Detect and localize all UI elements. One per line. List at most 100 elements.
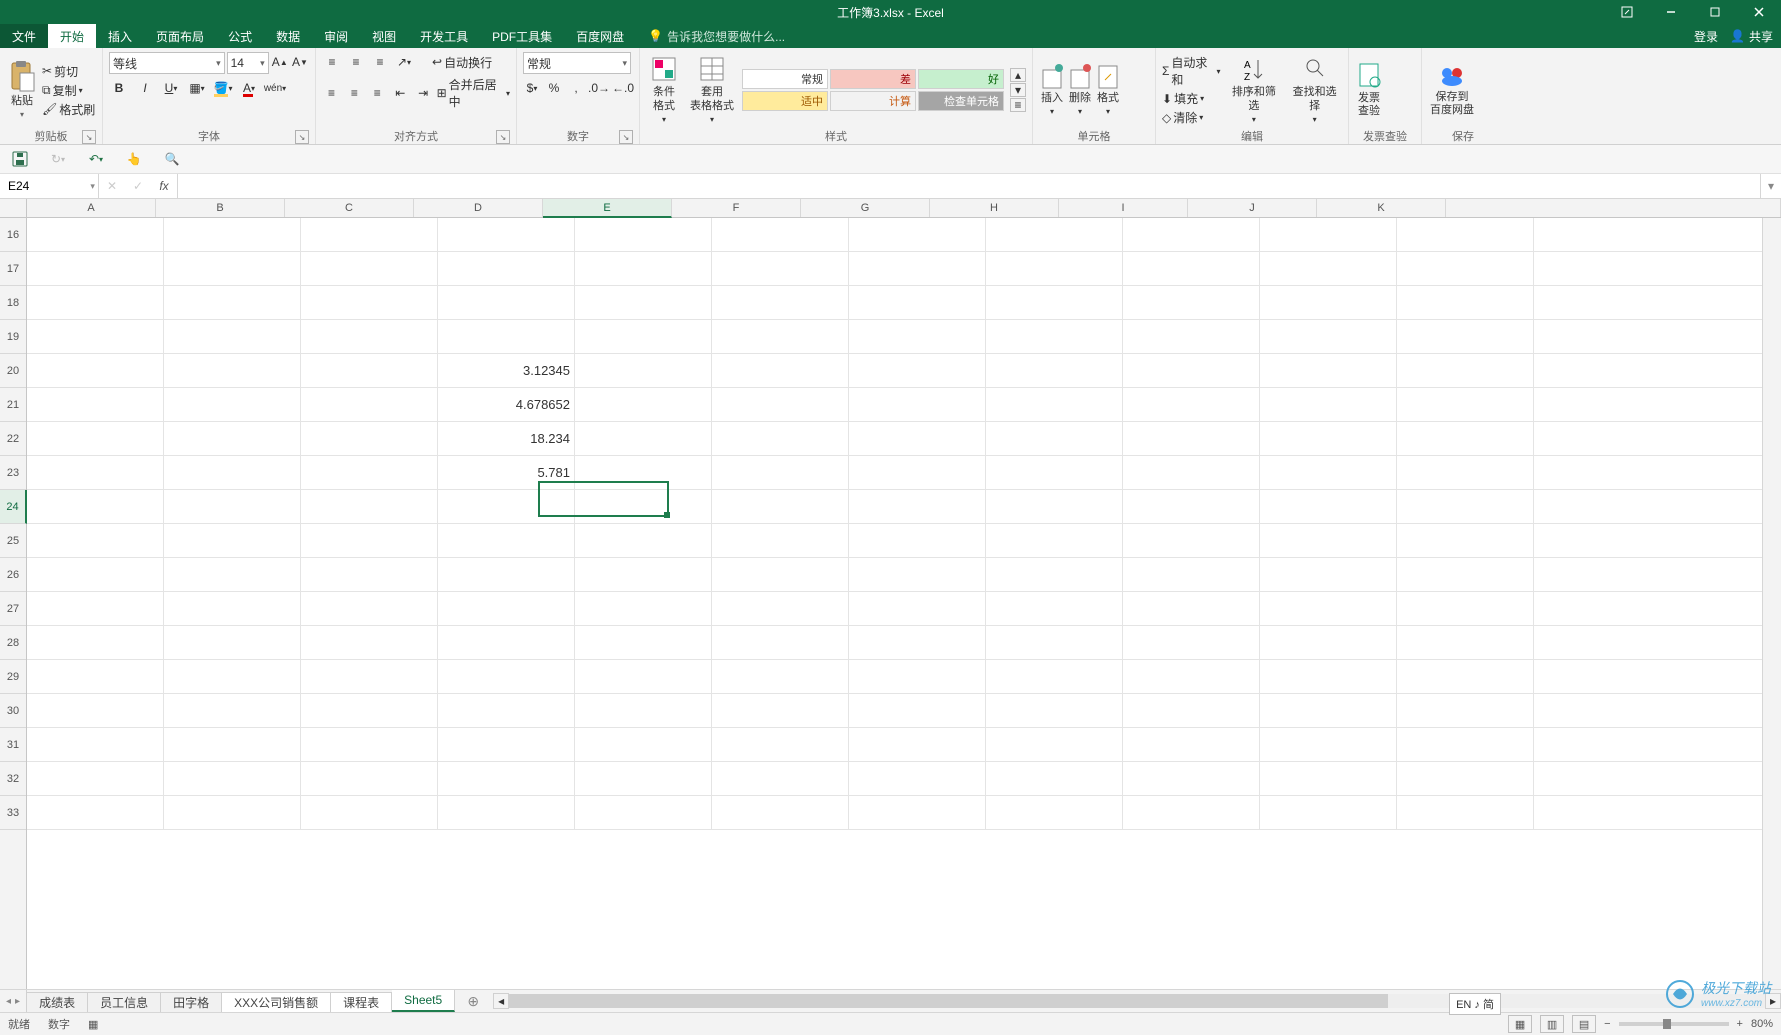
clipboard-launcher[interactable]: ↘ <box>82 130 96 144</box>
cell-B30[interactable] <box>164 694 301 727</box>
cell-E23[interactable] <box>575 456 712 489</box>
ribbon-display-options-icon[interactable] <box>1605 0 1649 24</box>
cell-B16[interactable] <box>164 218 301 251</box>
cell-C25[interactable] <box>301 524 438 557</box>
cell-F31[interactable] <box>712 728 849 761</box>
tab-home[interactable]: 开始 <box>48 24 96 48</box>
cell-K23[interactable] <box>1397 456 1534 489</box>
cell-B26[interactable] <box>164 558 301 591</box>
cell-E17[interactable] <box>575 252 712 285</box>
number-launcher[interactable]: ↘ <box>619 130 633 144</box>
cell-D29[interactable] <box>438 660 575 693</box>
style-good[interactable]: 好 <box>918 69 1004 89</box>
cell-B22[interactable] <box>164 422 301 455</box>
name-box[interactable]: ▾ <box>0 174 99 198</box>
hscroll-right[interactable]: ▸ <box>1765 993 1781 1009</box>
cell-K27[interactable] <box>1397 592 1534 625</box>
cell-E24[interactable] <box>575 490 712 523</box>
cell-H19[interactable] <box>986 320 1123 353</box>
row-header-16[interactable]: 16 <box>0 218 26 252</box>
cell-G21[interactable] <box>849 388 986 421</box>
cell-H29[interactable] <box>986 660 1123 693</box>
cell-I17[interactable] <box>1123 252 1260 285</box>
tab-devtools[interactable]: 开发工具 <box>408 24 480 48</box>
cell-H30[interactable] <box>986 694 1123 727</box>
cell-J27[interactable] <box>1260 592 1397 625</box>
close-button[interactable] <box>1737 0 1781 24</box>
clear-button[interactable]: ◇清除▾ <box>1162 109 1221 126</box>
cell-J28[interactable] <box>1260 626 1397 659</box>
cell-I20[interactable] <box>1123 354 1260 387</box>
invoice-check-button[interactable]: 发票 查验 <box>1355 62 1383 118</box>
minimize-button[interactable] <box>1649 0 1693 24</box>
cell-B20[interactable] <box>164 354 301 387</box>
cell-K18[interactable] <box>1397 286 1534 319</box>
align-left-icon[interactable]: ≡ <box>322 83 341 103</box>
cell-B17[interactable] <box>164 252 301 285</box>
formula-input[interactable] <box>178 174 1760 198</box>
cell-J18[interactable] <box>1260 286 1397 319</box>
underline-button[interactable]: U▾ <box>161 78 181 98</box>
cell-B19[interactable] <box>164 320 301 353</box>
zoom-level[interactable]: 80% <box>1751 1018 1773 1030</box>
cell-D20[interactable]: 3.12345 <box>438 354 575 387</box>
cell-E33[interactable] <box>575 796 712 829</box>
row-header-30[interactable]: 30 <box>0 694 26 728</box>
row-header-23[interactable]: 23 <box>0 456 26 490</box>
cell-A31[interactable] <box>27 728 164 761</box>
cell-C17[interactable] <box>301 252 438 285</box>
cell-H23[interactable] <box>986 456 1123 489</box>
style-calc[interactable]: 计算 <box>830 91 916 111</box>
cell-E22[interactable] <box>575 422 712 455</box>
cell-G25[interactable] <box>849 524 986 557</box>
cell-K33[interactable] <box>1397 796 1534 829</box>
cell-I23[interactable] <box>1123 456 1260 489</box>
style-bad[interactable]: 差 <box>830 69 916 89</box>
cell-B28[interactable] <box>164 626 301 659</box>
cell-D17[interactable] <box>438 252 575 285</box>
cell-G22[interactable] <box>849 422 986 455</box>
cell-F17[interactable] <box>712 252 849 285</box>
cell-F26[interactable] <box>712 558 849 591</box>
col-header-E[interactable]: E <box>543 199 672 218</box>
cell-D27[interactable] <box>438 592 575 625</box>
cell-G19[interactable] <box>849 320 986 353</box>
name-box-input[interactable] <box>0 179 87 193</box>
cell-I24[interactable] <box>1123 490 1260 523</box>
cell-J19[interactable] <box>1260 320 1397 353</box>
cell-D33[interactable] <box>438 796 575 829</box>
expand-formula-bar[interactable]: ▾ <box>1760 174 1781 198</box>
cell-J25[interactable] <box>1260 524 1397 557</box>
font-color-button[interactable]: A▾ <box>239 78 259 98</box>
cell-J24[interactable] <box>1260 490 1397 523</box>
cell-I26[interactable] <box>1123 558 1260 591</box>
cell-F29[interactable] <box>712 660 849 693</box>
cell-C28[interactable] <box>301 626 438 659</box>
cell-A24[interactable] <box>27 490 164 523</box>
cell-H33[interactable] <box>986 796 1123 829</box>
cell-D24[interactable] <box>438 490 575 523</box>
tab-baidu[interactable]: 百度网盘 <box>564 24 636 48</box>
cell-F20[interactable] <box>712 354 849 387</box>
sort-filter-button[interactable]: AZ排序和筛选▾ <box>1227 56 1282 123</box>
cell-F21[interactable] <box>712 388 849 421</box>
style-neutral[interactable]: 适中 <box>742 91 828 111</box>
cell-K20[interactable] <box>1397 354 1534 387</box>
border-button[interactable]: ▦▾ <box>187 78 207 98</box>
ime-indicator[interactable]: EN ♪ 简 <box>1449 993 1501 1015</box>
find-select-button[interactable]: 查找和选择▾ <box>1287 56 1342 123</box>
bold-button[interactable]: B <box>109 78 129 98</box>
fill-button[interactable]: ⬇填充▾ <box>1162 90 1221 107</box>
font-launcher[interactable]: ↘ <box>295 130 309 144</box>
undo-button[interactable]: ↶▾ <box>86 149 106 169</box>
cell-B31[interactable] <box>164 728 301 761</box>
sheet-tab-0[interactable]: 成绩表 <box>27 992 88 1012</box>
cell-J23[interactable] <box>1260 456 1397 489</box>
row-header-24[interactable]: 24 <box>0 490 27 524</box>
cell-J32[interactable] <box>1260 762 1397 795</box>
zoom-slider[interactable] <box>1619 1022 1729 1026</box>
align-top-icon[interactable]: ≡ <box>322 52 342 72</box>
cell-B32[interactable] <box>164 762 301 795</box>
cell-D22[interactable]: 18.234 <box>438 422 575 455</box>
cut-button[interactable]: ✂剪切 <box>42 63 95 80</box>
